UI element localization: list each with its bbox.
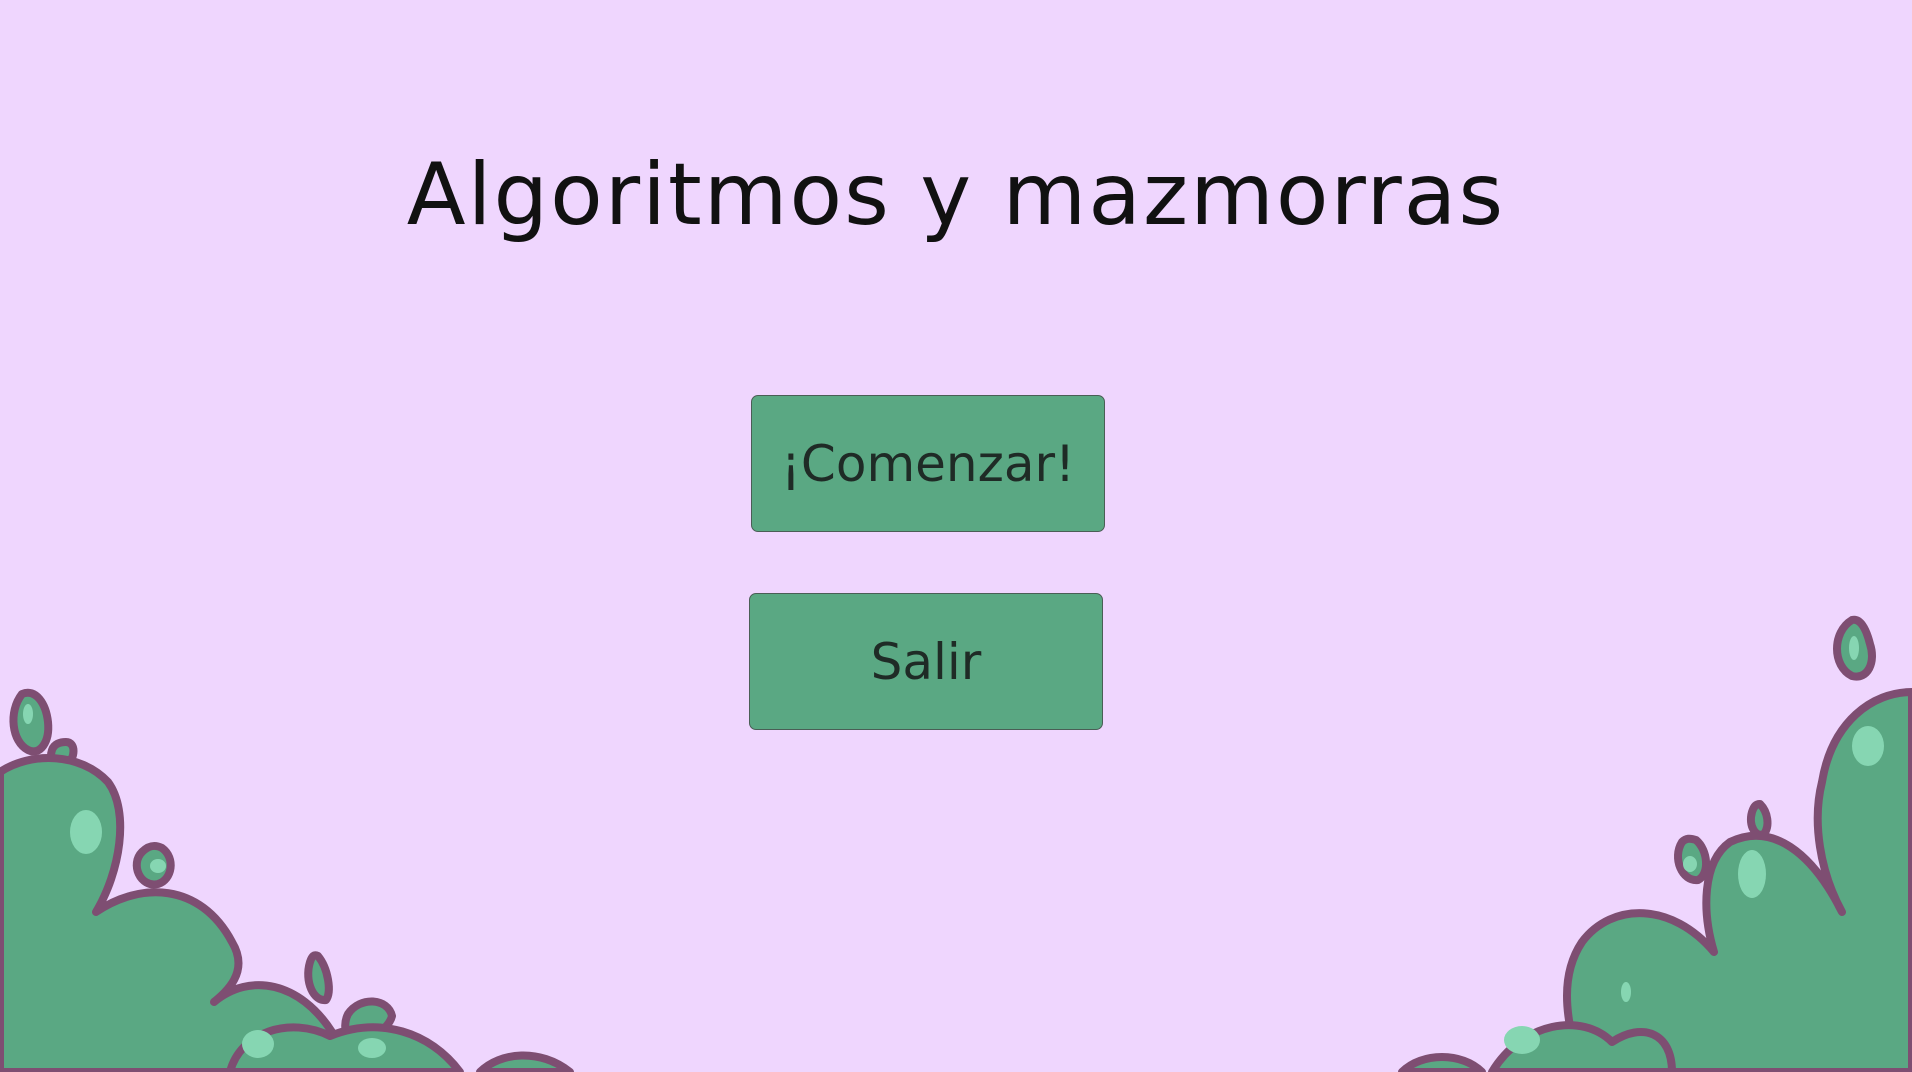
bush-right-decoration <box>1398 615 1912 1072</box>
game-title: Algoritmos y mazmorras <box>406 145 1506 245</box>
start-button[interactable]: ¡Comenzar! <box>751 395 1105 532</box>
exit-button[interactable]: Salir <box>749 593 1103 730</box>
bush-left-decoration <box>0 688 574 1072</box>
